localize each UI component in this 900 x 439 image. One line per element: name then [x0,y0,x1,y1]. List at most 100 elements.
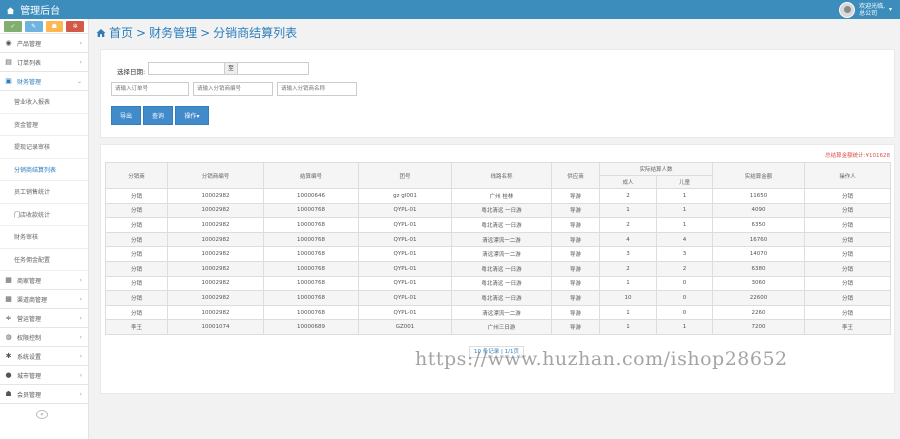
column-header[interactable]: 成人 [599,175,657,189]
sidebar-item-orders[interactable]: ▤ 订单列表 › [0,53,88,72]
user-menu[interactable]: 欢迎光临, 总公司 ▾ [839,0,892,19]
leaf-icon[interactable]: ✓ [4,21,22,32]
sidebar-subitem-withdrawal-review[interactable]: 提现记录审核 [0,136,88,159]
table-cell: 导游 [551,231,600,248]
users-icon[interactable]: ☗ [45,21,64,32]
chevron-right-icon: › [79,333,82,341]
brand[interactable]: 管理后台 [6,2,60,17]
table-cell: 10002982 [167,188,264,204]
order-number-input[interactable] [111,82,189,96]
breadcrumb-home[interactable]: 首页 [109,24,133,41]
table-row[interactable]: 分销 10002982 10000768 QYPL-01 清远漂流一二游 导游 4 4 1676… [105,231,892,248]
table-cell: 分销 [105,260,168,277]
table-cell: 11650 [712,188,806,204]
table-cell: 4 [599,231,657,248]
table-row[interactable]: 分销 10002982 10000768 QYPL-01 清远漂流一二游 导游 1 0 2260… [105,304,892,321]
more-actions-button[interactable]: 操作▾ [175,106,209,125]
table-row[interactable]: 分销 10002982 10000646 gz gl001 广州 桂林 导游 2 1 11650… [105,188,892,204]
sidebar-subitem-store-receipts[interactable]: 门店收款统计 [0,203,88,226]
column-header[interactable]: 供应商 [551,162,600,189]
table-cell: 10001074 [167,319,264,335]
table-cell: 3 [655,246,714,262]
start-date-input[interactable] [148,62,225,75]
table-cell: 10000768 [263,304,359,321]
table-cell: 分销 [105,231,168,248]
column-header[interactable]: 儿童 [655,175,714,189]
breadcrumb: 首页 > 财务管理 > 分销商结算列表 [96,24,297,41]
order-icon: ▤ [5,58,12,66]
sidebar-subitem-distributor-settlement[interactable]: 分销商结算列表 [0,158,88,181]
pencil-icon[interactable]: ✎ [24,21,43,32]
sidebar-item-merchants[interactable]: ▦ 商家管理 › [0,271,88,290]
table-cell: 导游 [551,319,600,335]
column-header: 实际结算人数 [598,162,714,176]
sidebar-item-finance[interactable]: ▣ 财务管理 ⌄ [0,72,88,91]
column-header[interactable]: 线路名称 [451,162,552,189]
table-row[interactable]: 分销 10002982 10000768 QYPL-01 粤北清远 一日游 导游 1 1 409… [105,202,892,219]
table-row[interactable]: 分销 10002982 10000768 QYPL-01 粤北清远 一日游 导游 2 1 635… [105,217,892,233]
table-cell: 1 [655,202,714,219]
table-cell: 分销 [804,231,892,248]
breadcrumb-current: 分销商结算列表 [213,26,298,40]
sidebar-item-permissions[interactable]: ◍ 权限控制 › [0,328,88,347]
breadcrumb-separator: > [136,25,147,40]
column-header[interactable]: 实结算金额 [712,162,806,189]
sidebar-subitem-fund-management[interactable]: 资金管理 [0,113,88,136]
sidebar-item-cities[interactable]: ● 城市管理 › [0,366,88,385]
column-header[interactable]: 分销商 [105,162,168,189]
table-cell: 广州 桂林 [451,188,552,204]
sidebar-item-settings[interactable]: ✱ 系统设置 › [0,347,88,366]
table-cell: 4 [655,231,714,248]
sidebar-subitem-staff-sales[interactable]: 员工销售统计 [0,181,88,204]
table-cell: 10000768 [263,260,359,277]
table-row[interactable]: 李王 10001074 10000689 GZ001 广州三日游 导游 1 1 7200 李王 [105,319,892,335]
sidebar-item-operations[interactable]: ≑ 营运管理 › [0,309,88,328]
table-cell: QYPL-01 [358,202,452,219]
table-cell: 10002982 [167,246,264,262]
distributor-name-input[interactable] [277,82,357,96]
table-cell: QYPL-01 [358,275,452,292]
table-cell: QYPL-01 [358,260,452,277]
table-cell: 10000768 [263,290,359,306]
sidebar-item-members[interactable]: ☗ 会员管理 › [0,385,88,404]
column-header[interactable]: 团号 [358,162,452,189]
table-row[interactable]: 分销 10002982 10000768 QYPL-01 粤北清远 一日游 导游 1 0 306… [105,275,892,292]
table-cell: 0 [655,304,714,321]
chevron-right-icon: › [79,390,82,398]
sidebar-collapse-button[interactable]: « [36,410,48,419]
search-button[interactable]: 查询 [143,106,173,125]
home-icon[interactable] [96,28,106,38]
table-cell: QYPL-01 [358,246,452,262]
column-header[interactable]: 结算编号 [263,162,359,189]
date-label: 选择日期: [117,68,146,76]
table-cell: 分销 [804,217,892,233]
table-cell: 李王 [105,319,168,335]
table-cell: 10002982 [167,290,264,306]
column-header[interactable]: 分销商编号 [167,162,264,189]
sidebar-subitem-commission-config[interactable]: 任务佣金配置 [0,248,88,271]
sidebar-item-channels[interactable]: ▦ 渠道商管理 › [0,290,88,309]
table-cell: 10000768 [263,231,359,248]
table-cell: QYPL-01 [358,217,452,233]
column-header[interactable]: 操作人 [804,162,892,189]
table-row[interactable]: 分销 10002982 10000768 QYPL-01 粤北清远 一日游 导游 2 2 638… [105,260,892,277]
sidebar-item-products[interactable]: ◉ 产品管理 › [0,34,88,53]
sidebar-subitem-revenue-report[interactable]: 营业收入报表 [0,91,88,114]
settlement-table: 分销商 分销商编号 结算编号 团号 线路名称 供应商 实际结算人数 实结算金额 … [105,162,892,335]
table-row[interactable]: 分销 10002982 10000768 QYPL-01 粤北清远 一日游 导游 10 0 22… [105,290,892,306]
caret-down-icon[interactable]: ▾ [889,6,892,13]
breadcrumb-section[interactable]: 财务管理 [149,24,197,41]
table-cell: 2260 [712,304,806,321]
sidebar-item-label: 营运管理 [17,315,42,323]
export-button[interactable]: 导出 [111,106,141,125]
end-date-input[interactable] [237,62,309,75]
table-cell: 分销 [105,304,168,321]
chevron-right-icon: › [79,314,82,322]
table-row[interactable]: 分销 10002982 10000768 QYPL-01 清远漂流一二游 导游 3 3 1407… [105,246,892,262]
sidebar-subitem-finance-review[interactable]: 财务审核 [0,226,88,249]
distributor-number-input[interactable] [193,82,273,96]
cogs-icon[interactable]: ✲ [66,21,84,32]
lock-icon: ◍ [5,333,12,341]
table-cell: 10002982 [167,260,264,277]
avatar[interactable] [839,1,856,18]
